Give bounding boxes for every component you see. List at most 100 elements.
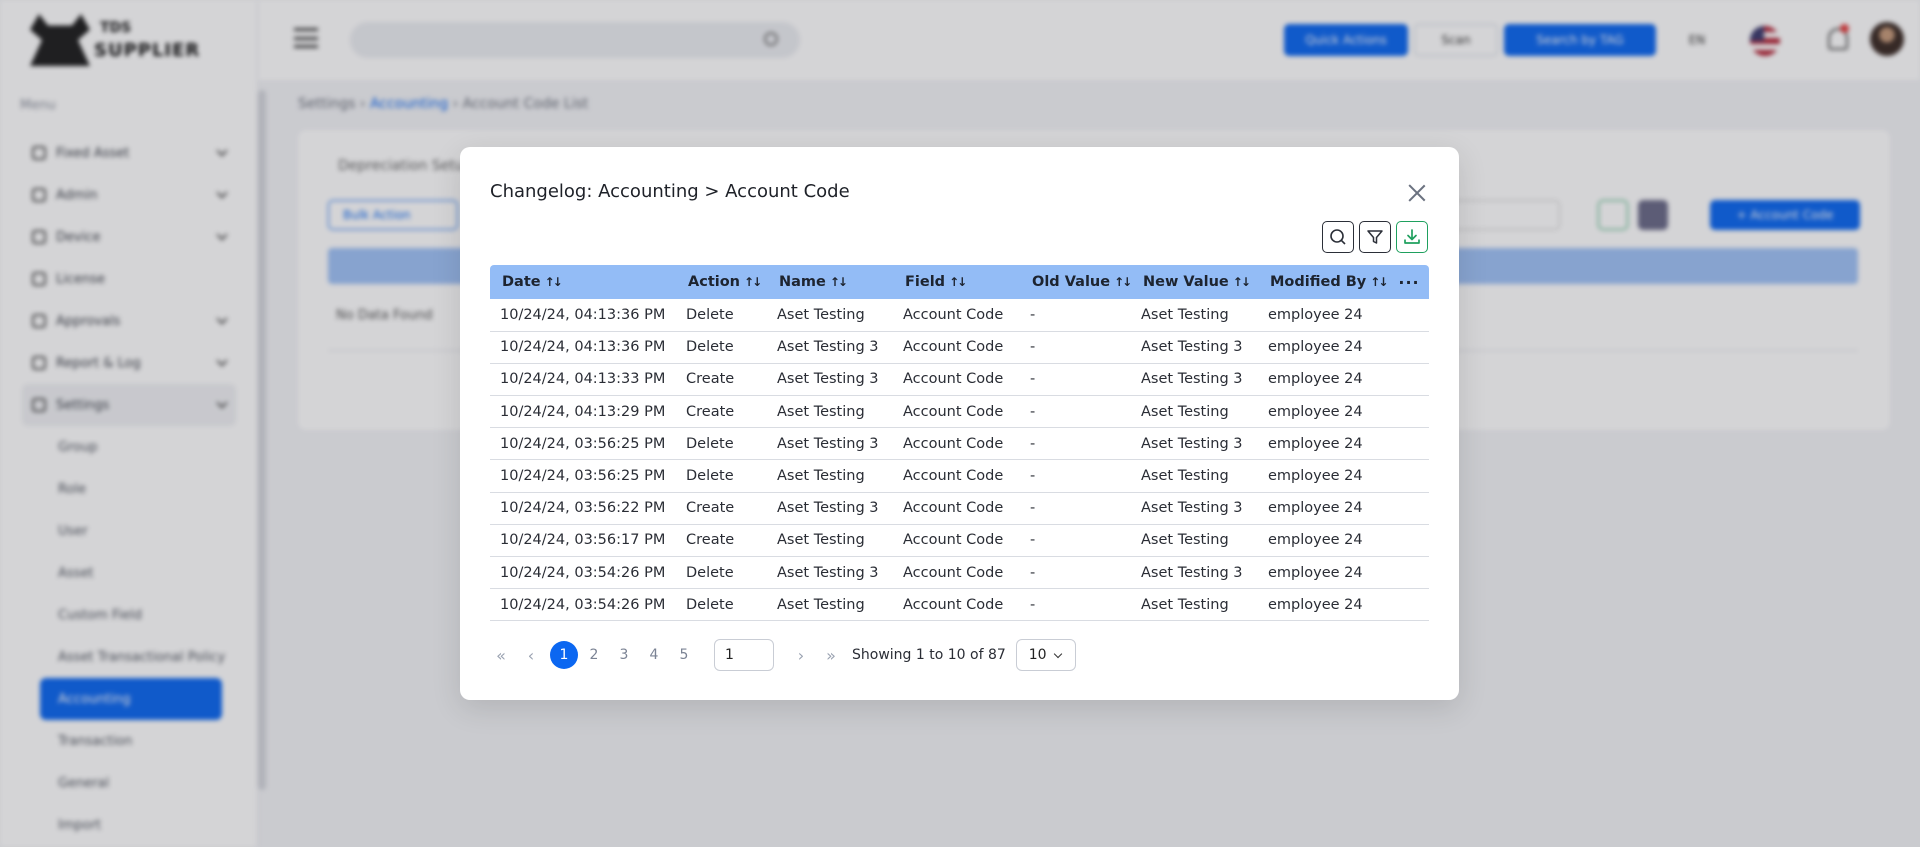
new-value-cell: Aset Testing 3 [1131,427,1258,461]
field-cell: Account Code [893,556,1020,590]
sort-icon[interactable]: ↑↓ [830,275,848,289]
modified-by-cell: employee 24 [1258,556,1389,590]
page-button-2[interactable]: 2 [580,641,608,669]
column-header-action[interactable]: Action ↑↓ [676,265,767,299]
modified-by-cell: employee 24 [1258,524,1389,558]
page-button-5[interactable]: 5 [670,641,698,669]
name-cell: Aset Testing 3 [767,427,893,461]
new-value-cell: Aset Testing [1131,459,1258,493]
prev-page-button[interactable]: ‹ [520,639,542,671]
new-value-cell: Aset Testing [1131,524,1258,558]
changelog-table: Date ↑↓ Action ↑↓ Name ↑↓ Field ↑↓ Old Value… [490,265,1429,622]
old-value-cell: - [1020,459,1131,493]
sort-icon[interactable]: ↑↓ [1114,275,1132,289]
first-page-button[interactable]: « [490,639,512,671]
table-row[interactable]: 10/24/24, 03:56:25 PM Delete Aset Testing … [490,427,1429,461]
sort-icon[interactable]: ↑↓ [1370,275,1388,289]
old-value-cell: - [1020,588,1131,622]
sort-icon[interactable]: ↑↓ [744,275,762,289]
date-cell: 10/24/24, 04:13:36 PM [490,331,676,364]
action-cell: Delete [676,299,767,332]
table-row[interactable]: 10/24/24, 04:13:29 PM Create Aset Testing A… [490,395,1429,429]
column-label: New Value [1143,274,1229,290]
sort-icon[interactable]: ↑↓ [949,275,967,289]
name-cell: Aset Testing [767,459,893,493]
action-cell: Create [676,395,767,429]
column-header-old-value[interactable]: Old Value ↑↓ [1020,265,1132,299]
new-value-cell: Aset Testing 3 [1131,556,1258,590]
chevron-down-icon [1053,649,1063,659]
column-header-name[interactable]: Name ↑↓ [767,265,893,299]
field-cell: Account Code [893,459,1020,493]
column-header-modified-by[interactable]: Modified By ↑↓ [1258,265,1389,299]
close-icon[interactable] [1407,183,1427,203]
download-icon [1404,229,1420,244]
modified-by-cell: employee 24 [1258,299,1389,332]
field-cell: Account Code [893,395,1020,429]
column-label: Action [688,274,741,290]
table-filter-button[interactable] [1359,221,1391,253]
column-label: Modified By [1270,274,1367,290]
sort-icon[interactable]: ↑↓ [1233,275,1251,289]
row-spacer [1389,524,1429,558]
table-row[interactable]: 10/24/24, 03:54:26 PM Delete Aset Testing … [490,556,1429,590]
page-button-4[interactable]: 4 [640,641,668,669]
new-value-cell: Aset Testing 3 [1131,363,1258,397]
new-value-cell: Aset Testing [1131,588,1258,622]
table-row[interactable]: 10/24/24, 03:56:17 PM Create Aset Testing A… [490,524,1429,558]
modified-by-cell: employee 24 [1258,331,1389,364]
action-cell: Create [676,363,767,397]
table-row[interactable]: 10/24/24, 03:56:22 PM Create Aset Testing … [490,492,1429,525]
row-spacer [1389,459,1429,493]
pagination: « ‹ 1 2 3 4 5 › » Showing 1 to 10 of 87 … [490,639,1076,671]
modified-by-cell: employee 24 [1258,492,1389,525]
date-cell: 10/24/24, 03:54:26 PM [490,556,676,590]
column-header-new-value[interactable]: New Value ↑↓ [1131,265,1258,299]
table-row[interactable]: 10/24/24, 04:13:36 PM Delete Aset Testing A… [490,299,1429,332]
row-spacer [1389,588,1429,622]
search-icon [1330,229,1346,245]
action-cell: Delete [676,588,767,622]
table-row[interactable]: 10/24/24, 04:13:36 PM Delete Aset Testing … [490,331,1429,364]
table-row[interactable]: 10/24/24, 03:56:25 PM Delete Aset Testing A… [490,459,1429,493]
column-header-date[interactable]: Date ↑↓ [490,265,676,299]
old-value-cell: - [1020,299,1131,332]
column-label: Old Value [1032,274,1111,290]
row-spacer [1389,299,1429,332]
action-cell: Delete [676,556,767,590]
date-cell: 10/24/24, 03:56:25 PM [490,427,676,461]
old-value-cell: - [1020,331,1131,364]
old-value-cell: - [1020,363,1131,397]
last-page-button[interactable]: » [820,639,842,671]
action-cell: Delete [676,331,767,364]
row-spacer [1389,556,1429,590]
next-page-button[interactable]: › [790,639,812,671]
field-cell: Account Code [893,299,1020,332]
old-value-cell: - [1020,556,1131,590]
table-search-button[interactable] [1322,221,1354,253]
name-cell: Aset Testing 3 [767,556,893,590]
sort-icon[interactable]: ↑↓ [545,275,563,289]
table-download-button[interactable] [1396,221,1428,253]
page-button-1[interactable]: 1 [550,641,578,669]
action-cell: Create [676,524,767,558]
table-row[interactable]: 10/24/24, 03:54:26 PM Delete Aset Testing A… [490,588,1429,622]
name-cell: Aset Testing [767,395,893,429]
table-row[interactable]: 10/24/24, 04:13:33 PM Create Aset Testing … [490,363,1429,397]
action-cell: Delete [676,459,767,493]
filter-icon [1367,230,1383,244]
field-cell: Account Code [893,588,1020,622]
goto-page-input[interactable] [714,639,774,671]
old-value-cell: - [1020,524,1131,558]
modified-by-cell: employee 24 [1258,363,1389,397]
modified-by-cell: employee 24 [1258,459,1389,493]
date-cell: 10/24/24, 04:13:36 PM [490,299,676,332]
action-cell: Delete [676,427,767,461]
page-size-select[interactable]: 10 [1015,639,1076,671]
more-options-button[interactable]: ··· [1389,265,1429,299]
column-header-field[interactable]: Field ↑↓ [893,265,1020,299]
page-button-3[interactable]: 3 [610,641,638,669]
table-header-row: Date ↑↓ Action ↑↓ Name ↑↓ Field ↑↓ Old Value… [490,265,1429,299]
more-icon: ··· [1398,272,1420,292]
row-spacer [1389,395,1429,429]
